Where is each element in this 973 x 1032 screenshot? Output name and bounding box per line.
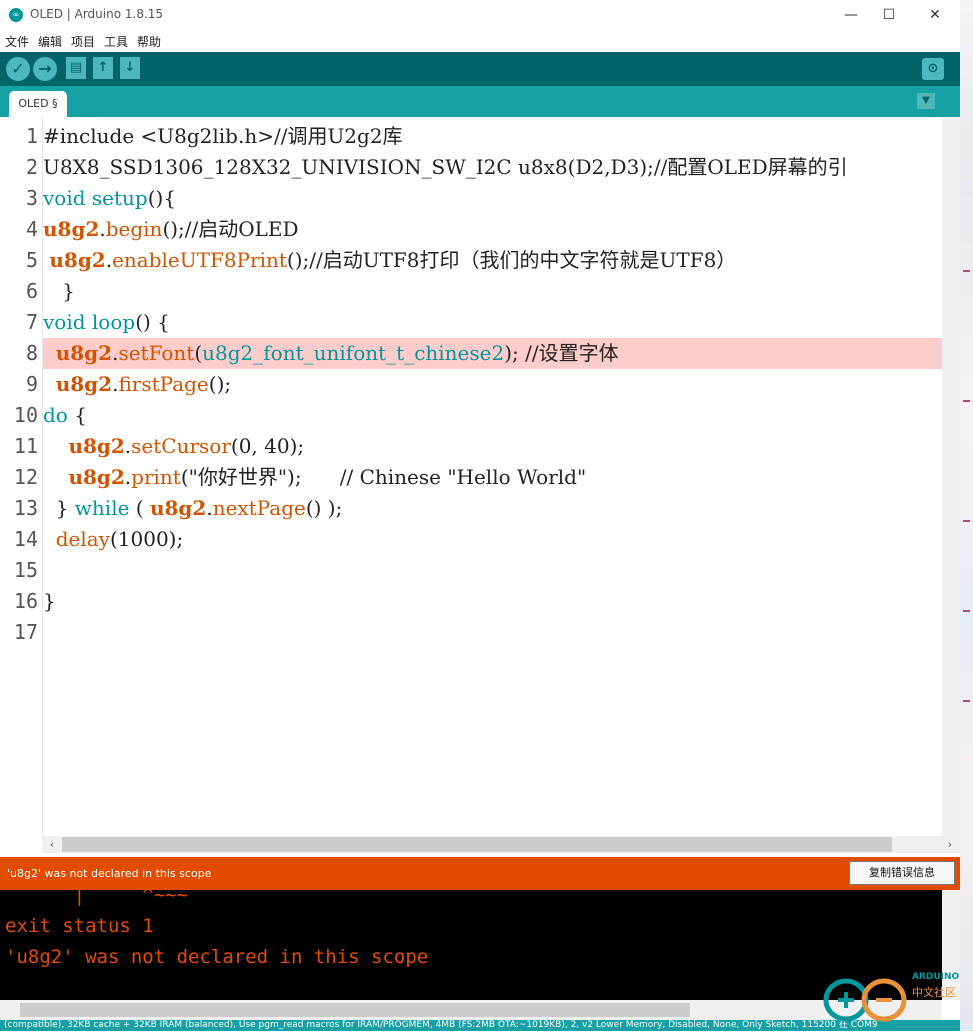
- scroll-right-icon[interactable]: ›: [942, 836, 958, 853]
- line-number: 9: [25, 372, 38, 396]
- code-line[interactable]: delay(1000);: [43, 524, 942, 555]
- line-number-gutter: 1 2 3 4 5 6 7 8 9 10 11 12 13 14 15 16 1…: [0, 117, 43, 836]
- watermark-text: ARDUINO: [912, 972, 960, 982]
- tab-oled[interactable]: OLED §: [9, 91, 67, 117]
- code-line[interactable]: } while ( u8g2.nextPage() );: [43, 493, 942, 524]
- code-line[interactable]: [43, 555, 942, 586]
- scroll-left-icon[interactable]: ‹: [44, 836, 60, 853]
- new-button[interactable]: ▤: [66, 57, 86, 79]
- arrow-right-icon: →: [38, 59, 52, 78]
- window-title: OLED | Arduino 1.8.15: [30, 7, 164, 21]
- arrow-down-icon: ↓: [124, 60, 136, 75]
- scrollbar-thumb[interactable]: [20, 1003, 690, 1017]
- code-line[interactable]: do {: [43, 400, 942, 431]
- arrow-up-icon: ↑: [97, 60, 109, 75]
- horizontal-scrollbar[interactable]: ‹ ›: [42, 836, 960, 853]
- tab-menu-button[interactable]: ▼: [917, 93, 935, 109]
- check-icon: ✓: [11, 59, 25, 78]
- line-number: 3: [25, 186, 38, 210]
- status-bar: (compatible), 32KB cache + 32KB IRAM (ba…: [0, 1020, 960, 1031]
- console-line: exit status 1: [5, 915, 154, 937]
- save-button[interactable]: ↓: [120, 57, 140, 79]
- magnifier-icon: ⊙: [927, 61, 939, 76]
- code-line[interactable]: u8g2.setCursor(0, 40);: [43, 431, 942, 462]
- line-number: 6: [25, 279, 38, 303]
- line-number: 11: [13, 434, 38, 458]
- arduino-ide-window: ∞ OLED | Arduino 1.8.15 — ☐ ✕ 文件 编辑 项目 工…: [0, 0, 960, 1031]
- line-number: 17: [13, 620, 38, 644]
- line-number: 5: [25, 248, 38, 272]
- new-file-icon: ▤: [69, 60, 83, 75]
- line-number: 15: [13, 558, 38, 582]
- arduino-logo-icon: ∞: [9, 8, 23, 22]
- maximize-button[interactable]: ☐: [866, 0, 912, 30]
- background-window-edge: [960, 0, 973, 1031]
- line-number: 12: [13, 465, 38, 489]
- menu-file[interactable]: 文件: [5, 33, 29, 50]
- close-button[interactable]: ✕: [912, 0, 958, 30]
- line-number: 14: [13, 527, 38, 551]
- line-number: 2: [25, 155, 38, 179]
- code-line[interactable]: u8g2.print("你好世界"); // Chinese "Hello Wo…: [43, 462, 942, 493]
- line-number: 10: [13, 403, 38, 427]
- code-line[interactable]: u8g2.firstPage();: [43, 369, 942, 400]
- scrollbar-thumb[interactable]: [62, 837, 892, 852]
- menu-edit[interactable]: 编辑: [38, 33, 62, 50]
- console-output: | ^~~~ exit status 1 'u8g2' was not decl…: [0, 890, 942, 1000]
- copy-error-button[interactable]: 复制错误信息: [849, 861, 955, 885]
- console-line: 'u8g2' was not declared in this scope: [5, 946, 429, 968]
- watermark-logo: ARDUINO 中文社区: [820, 968, 970, 1030]
- menu-tools[interactable]: 工具: [104, 33, 128, 50]
- toolbar: ✓ → ▤ ↑ ↓ ⊙: [0, 52, 960, 86]
- code-line[interactable]: #include <U8g2lib.h>//调用U2g2库: [43, 121, 942, 152]
- verify-button[interactable]: ✓: [6, 57, 30, 81]
- error-bar: 'u8g2' was not declared in this scope 复制…: [0, 857, 960, 890]
- console-line: | ^~~~: [5, 890, 189, 906]
- vertical-scrollbar[interactable]: [942, 117, 960, 836]
- line-number: 16: [13, 589, 38, 613]
- open-button[interactable]: ↑: [93, 57, 113, 79]
- line-number: 1: [25, 124, 38, 148]
- menu-help[interactable]: 帮助: [137, 33, 161, 50]
- title-bar: ∞ OLED | Arduino 1.8.15 — ☐ ✕: [0, 0, 960, 30]
- code-line[interactable]: }: [43, 276, 942, 307]
- watermark-subtext: 中文社区: [912, 986, 956, 999]
- code-line[interactable]: u8g2.setFont(u8g2_font_unifont_t_chinese…: [43, 338, 942, 369]
- line-number: 4: [25, 217, 38, 241]
- tab-strip: OLED § ▼: [0, 86, 960, 117]
- code-line[interactable]: }: [43, 586, 942, 617]
- error-message: 'u8g2' was not declared in this scope: [7, 867, 212, 880]
- menu-sketch[interactable]: 项目: [71, 33, 95, 50]
- line-number: 8: [25, 341, 38, 365]
- code-line[interactable]: U8X8_SSD1306_128X32_UNIVISION_SW_I2C u8x…: [43, 152, 942, 183]
- line-number: 7: [25, 310, 38, 334]
- infinity-logo-icon: [823, 978, 907, 1022]
- triangle-down-icon: ▼: [922, 95, 930, 106]
- code-line[interactable]: u8g2.begin();//启动OLED: [43, 214, 942, 245]
- board-config-text: (compatible), 32KB cache + 32KB IRAM (ba…: [4, 1020, 878, 1030]
- line-number: 13: [13, 496, 38, 520]
- code-editor[interactable]: 1 2 3 4 5 6 7 8 9 10 11 12 13 14 15 16 1…: [0, 117, 960, 836]
- code-line[interactable]: void loop() {: [43, 307, 942, 338]
- menu-bar: 文件 编辑 项目 工具 帮助: [0, 30, 960, 52]
- upload-button[interactable]: →: [33, 57, 57, 81]
- code-line[interactable]: void setup(){: [43, 183, 942, 214]
- code-line[interactable]: [43, 617, 942, 648]
- code-line[interactable]: u8g2.enableUTF8Print();//启动UTF8打印（我们的中文字…: [43, 245, 942, 276]
- console-horizontal-scrollbar[interactable]: [0, 1000, 942, 1020]
- serial-monitor-button[interactable]: ⊙: [922, 58, 944, 80]
